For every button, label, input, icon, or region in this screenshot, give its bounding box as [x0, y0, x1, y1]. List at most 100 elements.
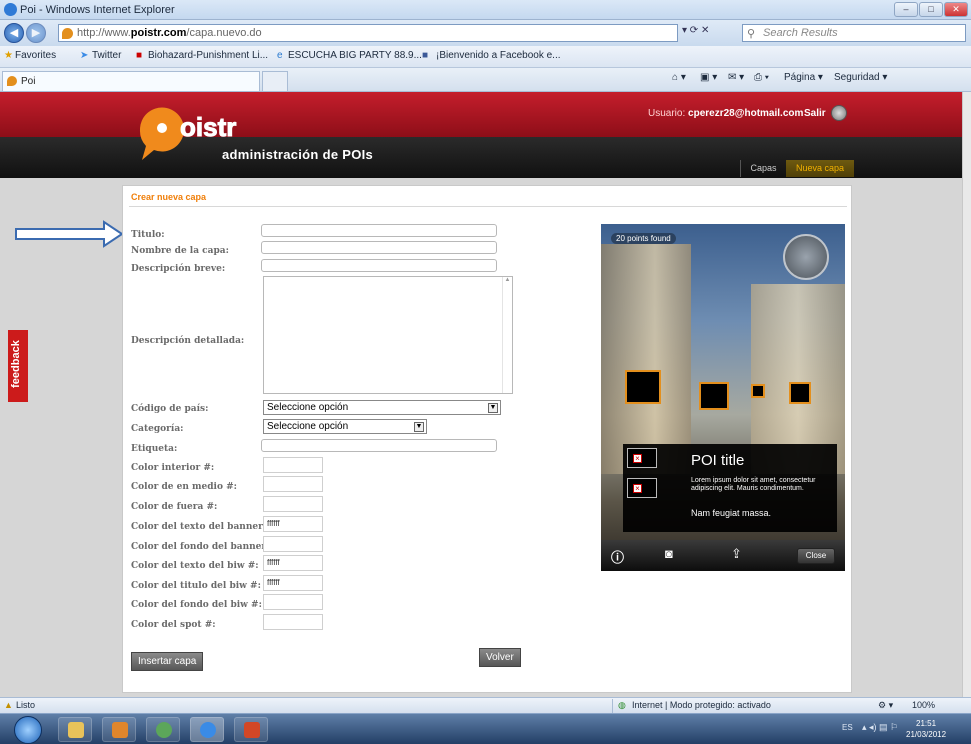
page-menu[interactable]: Página ▾ — [784, 72, 823, 83]
close-window-button[interactable]: ✕ — [944, 2, 968, 17]
warning-icon: ▲ — [4, 700, 13, 710]
favorites-button[interactable]: Favorites — [15, 50, 56, 61]
taskbar-explorer[interactable] — [58, 717, 92, 742]
color-fondo-biw-input[interactable] — [263, 594, 323, 610]
zone-text: Internet | Modo protegido: activado — [632, 700, 771, 710]
divider — [129, 206, 847, 207]
color-en-medio-input[interactable] — [263, 476, 323, 492]
favorite-link-facebook[interactable]: ¡Bienvenido a Facebook e... — [436, 50, 561, 61]
titulo-input[interactable] — [261, 224, 497, 237]
favorite-link-escucha[interactable]: ESCUCHA BIG PARTY 88.9... — [288, 50, 422, 61]
taskbar-messenger[interactable] — [146, 717, 180, 742]
insertar-capa-button[interactable]: Insertar capa — [131, 652, 204, 671]
clock[interactable]: 21:51 21/03/2012 — [906, 718, 946, 740]
language-indicator[interactable]: ES — [842, 723, 853, 732]
svg-text:oistr: oistr — [180, 112, 236, 142]
taskbar-outlook[interactable] — [102, 717, 136, 742]
mail-icon[interactable]: ✉ ▾ — [728, 72, 744, 83]
web-page: oistr administración de POIs Usuario: cp… — [0, 92, 971, 697]
poi-description: Lorem ipsum dolor sit amet, consectetur … — [691, 477, 816, 492]
poi-marker[interactable] — [625, 370, 661, 404]
feedback-tab[interactable]: feedback — [8, 330, 28, 402]
window-title: Poi - Windows Internet Explorer — [20, 4, 175, 16]
color-spot-input[interactable] — [263, 614, 323, 630]
label-color-fondo-biw: Color del fondo del biw #: — [131, 600, 262, 610]
volver-button[interactable]: Volver — [479, 648, 521, 667]
label-color-fondo-banner: Color del fondo del banner #: — [131, 542, 281, 552]
favorite-link-biohazard[interactable]: Biohazard-Punishment Li... — [148, 50, 268, 61]
poi-marker[interactable] — [751, 384, 765, 398]
label-color-spot: Color del spot #: — [131, 620, 216, 630]
user-email: cperezr28@hotmail.com — [688, 108, 804, 119]
logout-icon[interactable] — [831, 105, 847, 121]
categoria-select[interactable]: Seleccione opción ▼ — [263, 419, 427, 434]
poi-marker[interactable] — [699, 382, 729, 410]
clock-date: 21/03/2012 — [906, 730, 947, 739]
logout-link[interactable]: Salir — [804, 108, 826, 119]
clock-time: 21:51 — [916, 719, 937, 728]
breadcrumb-capas[interactable]: Capas — [740, 160, 786, 177]
url-input[interactable]: http://www.poistr.com/capa.nuevo.do — [58, 24, 678, 42]
zone-settings-icon[interactable]: ⚙ ▾ — [878, 700, 893, 711]
powerpoint-icon — [244, 722, 260, 738]
tray-icons[interactable]: ▴ ◂) ▤ ⚐ — [862, 722, 898, 733]
poi-info-window: × × POI title Lorem ipsum dolor sit amet… — [623, 444, 837, 532]
label-descripcion-detallada: Descripción detallada: — [131, 336, 245, 346]
share-icon[interactable]: ⇪ — [731, 546, 742, 562]
breadcrumb-nueva-capa[interactable]: Nueva capa — [786, 160, 854, 177]
browser-window: Poi - Windows Internet Explorer – □ ✕ ◀ … — [0, 0, 971, 744]
poi-title: POI title — [691, 452, 745, 469]
color-fondo-banner-input[interactable] — [263, 536, 323, 552]
color-titulo-biw-input[interactable]: ffffff — [263, 575, 323, 591]
page-scrollbar[interactable] — [962, 92, 971, 697]
tab-favicon-icon — [7, 76, 17, 86]
color-interior-input[interactable] — [263, 457, 323, 473]
info-icon[interactable]: ⓘ — [611, 547, 624, 566]
new-tab-button[interactable] — [262, 71, 288, 91]
outlook-icon — [112, 722, 128, 738]
tab-poi[interactable]: Poi — [2, 71, 260, 91]
globe-icon: ◍ — [618, 700, 626, 710]
ie-link-icon: e — [277, 50, 283, 61]
minimize-button[interactable]: – — [894, 2, 918, 17]
start-button[interactable] — [14, 716, 42, 744]
label-etiqueta: Etiqueta: — [131, 444, 178, 454]
security-menu[interactable]: Seguridad ▾ — [834, 72, 887, 83]
color-texto-banner-input[interactable]: ffffff — [263, 516, 323, 532]
label-color-texto-biw: Color del texto del biw #: — [131, 561, 259, 571]
refresh-stop-icons[interactable]: ▾ ⟳ ✕ — [682, 25, 738, 41]
taskbar-internet-explorer[interactable] — [190, 717, 224, 742]
url-domain: poistr.com — [130, 27, 187, 39]
feeds-icon[interactable]: ▣ ▾ — [700, 72, 717, 83]
search-input[interactable]: ⚲ Search Results — [742, 24, 966, 42]
descripcion-detallada-textarea[interactable]: ▲ — [263, 276, 513, 394]
print-icon[interactable]: ⎙ ▾ — [754, 72, 769, 83]
nombre-capa-input[interactable] — [261, 241, 497, 254]
ie-icon — [4, 3, 17, 16]
codigo-pais-select[interactable]: Seleccione opción ▼ — [263, 400, 501, 415]
color-fuera-input[interactable] — [263, 496, 323, 512]
youtube-icon: ■ — [136, 50, 143, 61]
label-color-en-medio: Color de en medio #: — [131, 482, 237, 492]
color-texto-biw-input[interactable]: ffffff — [263, 555, 323, 571]
descripcion-breve-input[interactable] — [261, 259, 497, 272]
site-favicon-icon — [62, 28, 73, 39]
zoom-level[interactable]: 100% — [912, 700, 935, 710]
back-arrow-icon[interactable]: ◀ — [4, 23, 24, 43]
search-icon: ⚲ — [747, 28, 756, 40]
close-preview-button[interactable]: Close — [797, 548, 835, 564]
home-icon[interactable]: ⌂ ▾ — [672, 72, 686, 83]
maximize-button[interactable]: □ — [919, 2, 943, 17]
camera-icon[interactable]: ◙ — [665, 546, 673, 561]
label-nombre-capa: Nombre de la capa: — [131, 246, 229, 256]
categoria-value: Seleccione opción — [267, 421, 349, 432]
textarea-scrollbar[interactable]: ▲ — [502, 277, 512, 393]
label-color-fuera: Color de fuera #: — [131, 502, 218, 512]
taskbar-powerpoint[interactable] — [234, 717, 268, 742]
label-descripcion-breve: Descripción breve: — [131, 264, 226, 274]
radar-icon[interactable] — [783, 234, 829, 280]
poi-marker[interactable] — [789, 382, 811, 404]
etiqueta-input[interactable] — [261, 439, 497, 452]
forward-arrow-icon[interactable]: ▶ — [26, 23, 46, 43]
favorite-link-twitter[interactable]: Twitter — [92, 50, 121, 61]
